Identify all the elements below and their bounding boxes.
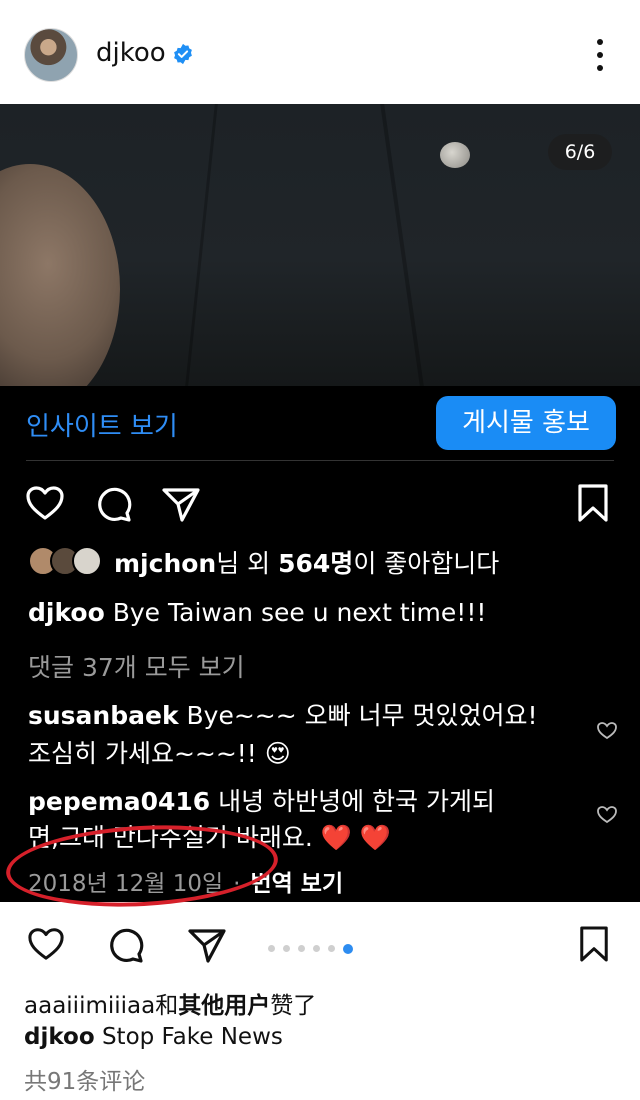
action-bar — [0, 476, 640, 532]
lower-caption: djkoo Stop Fake News — [24, 1024, 283, 1050]
comment-like-icon[interactable] — [596, 804, 618, 824]
insights-link[interactable]: 인사이트 보기 — [26, 406, 178, 443]
lower-likes[interactable]: aaaiiimiiiaa和其他用户赞了 — [24, 986, 316, 1020]
insights-row: 인사이트 보기 게시물 홍보 — [0, 386, 640, 460]
comment-user[interactable]: pepema0416 — [28, 787, 210, 816]
view-all-comments-link[interactable]: 댓글 37개 모두 보기 — [28, 648, 245, 684]
photo-shirt-button — [440, 142, 470, 168]
more-vertical-icon[interactable] — [594, 38, 606, 72]
caption-user[interactable]: djkoo — [24, 1024, 95, 1050]
image-counter: 6/6 — [548, 134, 612, 170]
promote-button[interactable]: 게시물 홍보 — [436, 396, 616, 450]
comment-icon[interactable] — [106, 925, 146, 965]
bookmark-icon[interactable] — [576, 482, 610, 524]
lower-comments-count[interactable]: 共91条评论 — [24, 1062, 145, 1096]
verified-badge-icon — [174, 43, 192, 65]
comment-2-line-1: pepema0416 내녕 하반녕에 한국 가게되 — [28, 787, 495, 816]
carousel-indicator — [268, 938, 361, 954]
divider — [26, 460, 614, 461]
comment-1-line-2: 조심히 가세요~~~!! 😍 — [28, 739, 291, 768]
share-icon[interactable] — [186, 925, 228, 965]
liker-avatars — [28, 546, 104, 576]
caption-user[interactable]: djkoo — [28, 598, 105, 627]
share-icon[interactable] — [160, 484, 202, 524]
post-photo[interactable]: 6/6 — [0, 104, 640, 386]
comment-user[interactable]: susanbaek — [28, 701, 179, 730]
caption: djkoo Bye Taiwan see u next time!!! — [28, 598, 487, 627]
dark-post-screenshot: 6/6 인사이트 보기 게시물 홍보 mjchon님 외 564명이 좋아합니다… — [0, 104, 640, 902]
avatar[interactable] — [24, 28, 78, 82]
username[interactable]: djkoo — [96, 38, 166, 68]
heart-icon[interactable] — [26, 926, 66, 962]
post-header: djkoo — [0, 0, 640, 104]
photo-arm — [0, 164, 120, 386]
comment-1-line-1: susanbaek Bye~~~ 오빠 너무 멋있었어요! — [28, 701, 538, 730]
comment-icon[interactable] — [94, 484, 134, 524]
comment-like-icon[interactable] — [596, 720, 618, 740]
likes-summary: mjchon님 외 564명이 좋아합니다 — [114, 549, 500, 578]
heart-icon[interactable] — [24, 484, 66, 522]
bookmark-icon[interactable] — [578, 924, 610, 964]
